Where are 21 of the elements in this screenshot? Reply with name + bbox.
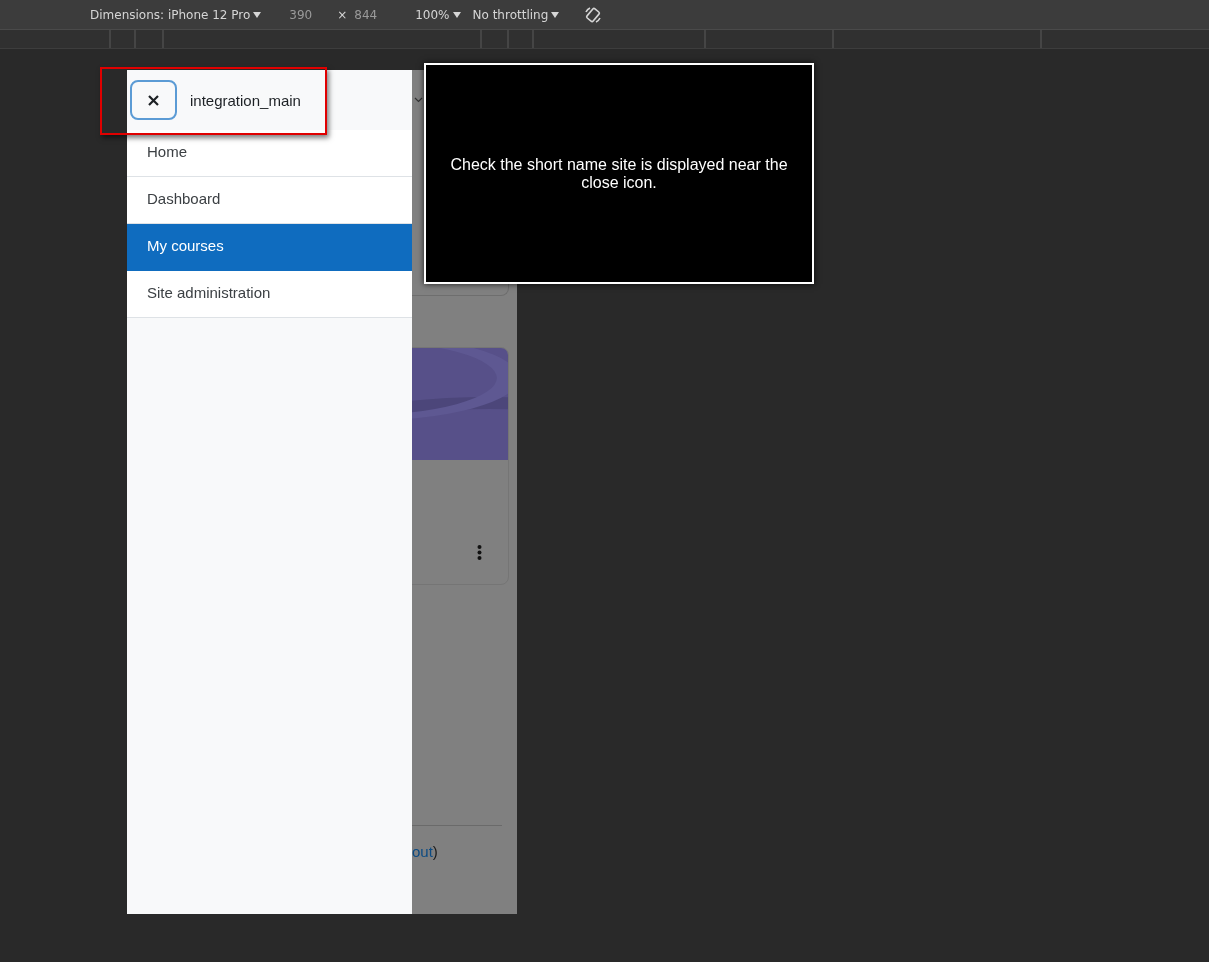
site-name: integration_main bbox=[190, 91, 301, 109]
nav-item[interactable]: Dashboard bbox=[127, 177, 412, 224]
chevron-down-icon[interactable] bbox=[414, 97, 423, 103]
height-value[interactable]: 844 bbox=[354, 7, 378, 22]
tooltip-text: Check the short name site is displayed near the close icon. bbox=[450, 155, 788, 192]
device-dropdown[interactable]: Dimensions: iPhone 12 Pro bbox=[90, 7, 262, 22]
more-options-icon[interactable] bbox=[477, 545, 482, 560]
nav-item[interactable]: My courses bbox=[127, 224, 412, 271]
close-button[interactable] bbox=[130, 80, 177, 120]
rotate-icon[interactable] bbox=[584, 5, 603, 24]
times-sign: × bbox=[337, 7, 348, 22]
throttling-dropdown[interactable]: No throttling bbox=[472, 7, 560, 22]
dropdown-caret-icon[interactable] bbox=[551, 11, 560, 18]
nav-item[interactable]: Home bbox=[127, 130, 412, 177]
width-value[interactable]: 390 bbox=[289, 7, 313, 22]
zoom-dropdown[interactable]: 100% bbox=[415, 7, 461, 22]
closing-parenthesis: ) bbox=[432, 843, 438, 860]
close-icon bbox=[148, 94, 159, 106]
dropdown-caret-icon[interactable] bbox=[253, 11, 262, 18]
dropdown-caret-icon[interactable] bbox=[452, 11, 461, 18]
nav-item[interactable]: Site administration bbox=[127, 271, 412, 318]
